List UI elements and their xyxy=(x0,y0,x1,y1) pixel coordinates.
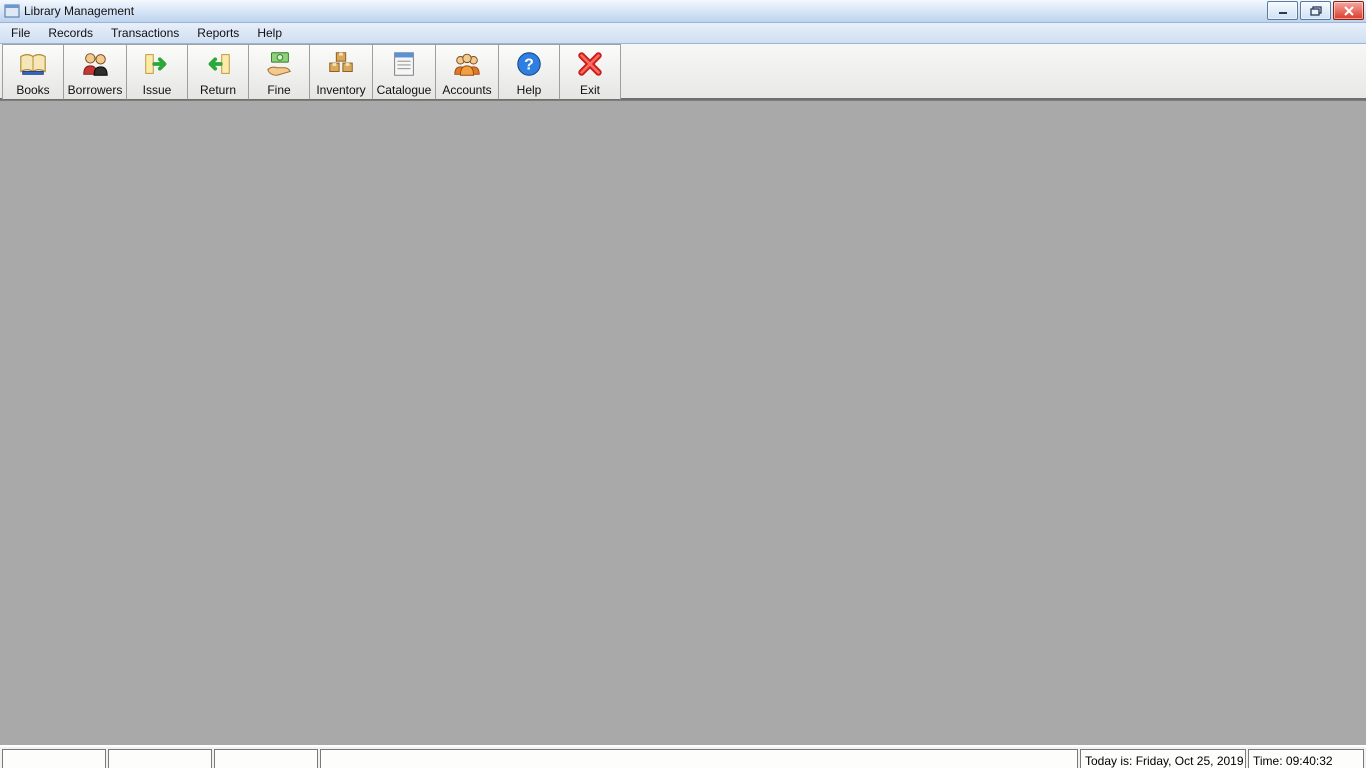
menu-reports[interactable]: Reports xyxy=(188,23,248,43)
toolbar-label: Catalogue xyxy=(377,83,432,97)
window-title: Library Management xyxy=(24,4,134,18)
arrow-left-icon xyxy=(203,45,233,83)
toolbar-label: Return xyxy=(200,83,236,97)
toolbar-label: Accounts xyxy=(442,83,491,97)
toolbar-label: Books xyxy=(16,83,49,97)
minimize-icon xyxy=(1277,6,1289,16)
toolbar-label: Inventory xyxy=(316,83,365,97)
svg-text:?: ? xyxy=(524,57,534,74)
toolbar-issue[interactable]: Issue xyxy=(126,44,188,100)
toolbar: Books Borrowers Issue Return Fine xyxy=(0,44,1366,100)
money-hand-icon xyxy=(264,45,294,83)
status-bar: Today is: Friday, Oct 25, 2019 Time: 09:… xyxy=(0,745,1366,768)
menu-help[interactable]: Help xyxy=(248,23,291,43)
menu-transactions[interactable]: Transactions xyxy=(102,23,188,43)
toolbar-books[interactable]: Books xyxy=(2,44,64,100)
toolbar-help[interactable]: ? Help xyxy=(498,44,560,100)
catalogue-icon xyxy=(389,45,419,83)
toolbar-label: Issue xyxy=(143,83,172,97)
menu-bar: File Records Transactions Reports Help xyxy=(0,23,1366,44)
toolbar-return[interactable]: Return xyxy=(187,44,249,100)
close-x-icon xyxy=(575,45,605,83)
status-date: Today is: Friday, Oct 25, 2019 xyxy=(1080,749,1246,768)
menu-records[interactable]: Records xyxy=(39,23,102,43)
close-icon xyxy=(1343,6,1355,16)
help-icon: ? xyxy=(514,45,544,83)
minimize-button[interactable] xyxy=(1267,1,1298,20)
arrow-right-icon xyxy=(142,45,172,83)
toolbar-label: Help xyxy=(517,83,542,97)
toolbar-label: Fine xyxy=(267,83,290,97)
toolbar-fine[interactable]: Fine xyxy=(248,44,310,100)
maximize-button[interactable] xyxy=(1300,1,1331,20)
status-cell-2 xyxy=(108,749,212,768)
toolbar-accounts[interactable]: Accounts xyxy=(435,44,499,100)
menu-label: Records xyxy=(48,26,93,40)
status-time: Time: 09:40:32 xyxy=(1248,749,1364,768)
menu-label: Transactions xyxy=(111,26,179,40)
menu-file[interactable]: File xyxy=(2,23,39,43)
status-cell-1 xyxy=(2,749,106,768)
title-bar: Library Management xyxy=(0,0,1366,23)
toolbar-borrowers[interactable]: Borrowers xyxy=(63,44,127,100)
app-icon xyxy=(4,3,20,19)
menu-label: File xyxy=(11,26,30,40)
toolbar-exit[interactable]: Exit xyxy=(559,44,621,100)
status-cell-3 xyxy=(214,749,318,768)
boxes-icon xyxy=(326,45,356,83)
people-icon xyxy=(80,45,110,83)
status-cell-4 xyxy=(320,749,1078,768)
window-controls xyxy=(1267,1,1364,20)
mdi-client-area xyxy=(0,100,1366,745)
maximize-icon xyxy=(1310,6,1322,16)
toolbar-catalogue[interactable]: Catalogue xyxy=(372,44,436,100)
open-book-icon xyxy=(18,45,48,83)
menu-label: Reports xyxy=(197,26,239,40)
menu-label: Help xyxy=(257,26,282,40)
users-group-icon xyxy=(452,45,482,83)
toolbar-inventory[interactable]: Inventory xyxy=(309,44,373,100)
toolbar-label: Borrowers xyxy=(68,83,123,97)
close-button[interactable] xyxy=(1333,1,1364,20)
toolbar-label: Exit xyxy=(580,83,600,97)
